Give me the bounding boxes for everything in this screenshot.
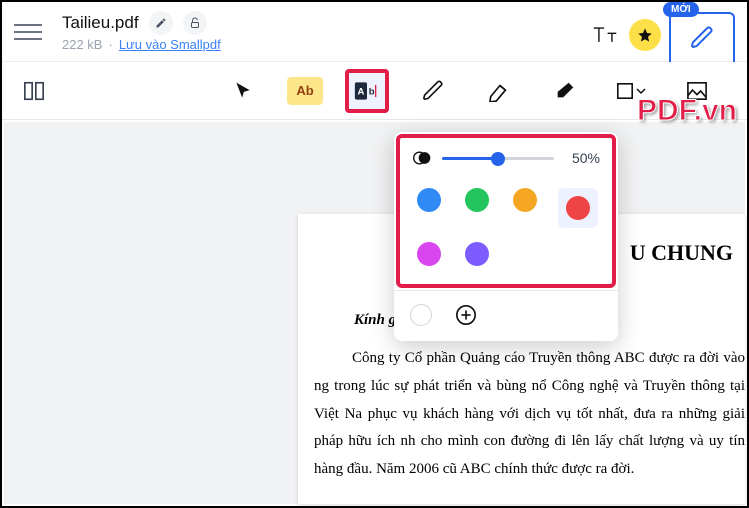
new-badge: MỚI	[663, 2, 699, 17]
text-insert-button[interactable]	[589, 19, 621, 51]
doc-body: Công ty Cổ phần Quảng cáo Truyền thông A…	[314, 345, 745, 484]
highlight-area-tool[interactable]: Ab	[345, 69, 389, 113]
chevron-down-icon	[636, 86, 646, 96]
tool-group: Ab Ab	[221, 69, 719, 113]
color-grid	[412, 184, 600, 270]
svg-text:b: b	[369, 86, 375, 97]
page-layout-button[interactable]	[20, 77, 48, 105]
shape-tool[interactable]	[609, 69, 653, 113]
color-orange[interactable]	[513, 188, 537, 212]
star-button[interactable]	[629, 19, 661, 51]
slider-thumb[interactable]	[491, 152, 505, 166]
pointer-tool[interactable]	[221, 69, 265, 113]
color-magenta[interactable]	[417, 242, 441, 266]
opacity-icon	[412, 148, 432, 168]
highlight-text-tool[interactable]: Ab	[287, 77, 323, 105]
color-green[interactable]	[465, 188, 489, 212]
document-canvas: U CHUNG Kính gửi Quý khách hàng! Công ty…	[4, 122, 745, 504]
file-info: Tailieu.pdf 222 kB · Lưu vào Smallpdf	[62, 11, 221, 52]
add-color-button[interactable]	[454, 303, 478, 327]
opacity-slider[interactable]	[442, 151, 554, 165]
filesize-label: 222 kB	[62, 37, 102, 52]
color-blue[interactable]	[417, 188, 441, 212]
opacity-control: 50%	[412, 148, 600, 168]
highlight-options-popover: 50%	[394, 132, 618, 341]
color-red-selected[interactable]	[558, 188, 598, 228]
eraser-tool[interactable]	[543, 69, 587, 113]
menu-icon[interactable]	[14, 18, 42, 46]
marker-tool[interactable]	[477, 69, 521, 113]
edit-tab[interactable]: MỚI	[669, 12, 735, 62]
pen-tool[interactable]	[411, 69, 455, 113]
save-link[interactable]: Lưu vào Smallpdf	[119, 37, 221, 52]
lock-icon[interactable]	[183, 11, 207, 35]
no-color-button[interactable]	[410, 304, 432, 326]
color-purple[interactable]	[465, 242, 489, 266]
rename-icon[interactable]	[149, 11, 173, 35]
svg-text:A: A	[357, 86, 364, 97]
app-header: Tailieu.pdf 222 kB · Lưu vào Smallpdf MỚ…	[2, 2, 747, 62]
image-tool[interactable]	[675, 69, 719, 113]
annotation-toolbar: Ab Ab	[2, 62, 747, 120]
filename-label: Tailieu.pdf	[62, 13, 139, 33]
opacity-value: 50%	[564, 150, 600, 166]
